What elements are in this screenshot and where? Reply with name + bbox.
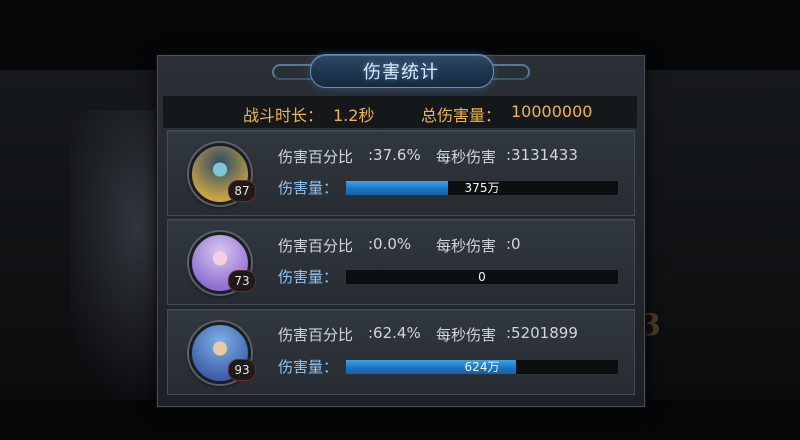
dps-value: :3131433 bbox=[506, 146, 578, 164]
hero-level-badge: 87 bbox=[228, 180, 256, 202]
damage-percent-label: 伤害百分比 bbox=[278, 148, 354, 166]
damage-amount-value: 624万 bbox=[464, 360, 500, 374]
hero-level-badge: 93 bbox=[228, 359, 256, 381]
dps-label: 每秒伤害 bbox=[436, 148, 497, 166]
damage-amount-label: 伤害量： bbox=[278, 358, 339, 376]
panel-title: 伤害统计 bbox=[363, 62, 439, 83]
title-ornament-right bbox=[488, 64, 530, 80]
damage-percent-label: 伤害百分比 bbox=[278, 326, 354, 344]
dps-label: 每秒伤害 bbox=[436, 326, 497, 344]
dps-label: 每秒伤害 bbox=[436, 237, 497, 255]
dps-value: :5201899 bbox=[506, 324, 578, 342]
damage-amount-label: 伤害量： bbox=[278, 179, 339, 197]
damage-progress-bar: 375万 bbox=[345, 180, 619, 196]
battle-duration-value: 1.2秒 bbox=[333, 106, 375, 125]
damage-progress-bar: 624万 bbox=[345, 359, 619, 375]
damage-amount-label: 伤害量： bbox=[278, 268, 339, 286]
damage-percent-label: 伤害百分比 bbox=[278, 237, 354, 255]
damage-percent-value: :0.0% bbox=[368, 235, 412, 253]
dps-value: :0 bbox=[506, 235, 521, 253]
battle-duration-label: 战斗时长： bbox=[243, 106, 324, 125]
damage-amount-value: 0 bbox=[478, 270, 486, 284]
total-damage-value: 10000000 bbox=[511, 102, 593, 121]
damage-amount-value: 375万 bbox=[464, 181, 500, 195]
title-ornament-left bbox=[272, 64, 314, 80]
damage-percent-value: :62.4% bbox=[368, 324, 421, 342]
total-damage-label: 总伤害量： bbox=[421, 106, 502, 125]
damage-progress-bar: 0 bbox=[345, 269, 619, 285]
hero-level-badge: 73 bbox=[228, 270, 256, 292]
damage-percent-value: :37.6% bbox=[368, 146, 421, 164]
